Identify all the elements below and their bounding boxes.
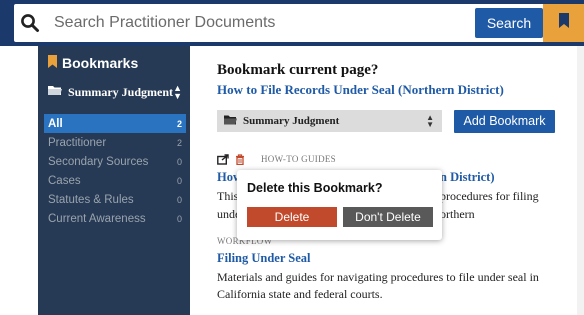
bookmark-category: HOW-TO GUIDES — [261, 154, 336, 164]
sidebar-item-label: Cases — [48, 174, 81, 187]
sidebar-item-count: 0 — [176, 213, 182, 224]
delete-confirm-popup: Delete this Bookmark? Delete Don't Delet… — [237, 170, 442, 240]
page-title: Bookmark current page? — [217, 62, 379, 78]
sidebar-heading: Bookmarks — [48, 55, 138, 71]
sidebar-item-label: All — [48, 117, 63, 130]
bookmark-actions — [217, 152, 245, 170]
bookmark-description: procedures for filing — [440, 189, 539, 203]
popup-title: Delete this Bookmark? — [247, 181, 383, 195]
sidebar-item-count: 0 — [176, 156, 182, 167]
bookmark-icon — [48, 55, 57, 71]
sidebar-item-label: Statutes & Rules — [48, 193, 134, 206]
folder-selector-label: Summary Judgment — [68, 84, 174, 99]
sidebar-filter-list: All 2 Practitioner 2 Secondary Sources 0… — [44, 114, 186, 228]
bookmark-icon — [558, 13, 569, 33]
bookmarks-sidebar: Bookmarks Summary Judgment ▲ ▼ All 2 Prac… — [38, 46, 190, 315]
sidebar-item-count: 2 — [176, 118, 182, 129]
delete-button[interactable]: Delete — [247, 207, 337, 227]
search-box: Search — [14, 4, 584, 42]
search-button[interactable]: Search — [475, 8, 543, 38]
sidebar-item-label: Current Awareness — [48, 212, 146, 225]
folder-icon — [224, 112, 237, 130]
sort-icon: ▲ ▼ — [426, 113, 434, 129]
sidebar-item-cases[interactable]: Cases 0 — [44, 171, 186, 190]
folder-selector[interactable]: Summary Judgment ▲ ▼ — [48, 82, 186, 102]
sidebar-item-current-awareness[interactable]: Current Awareness 0 — [44, 209, 186, 228]
sidebar-item-statutes-rules[interactable]: Statutes & Rules 0 — [44, 190, 186, 209]
page-backdrop — [577, 46, 584, 315]
bookmark-description: This — [217, 189, 239, 203]
search-icon[interactable] — [20, 13, 40, 33]
sidebar-item-all[interactable]: All 2 — [44, 114, 186, 133]
current-page-link[interactable]: How to File Records Under Seal (Northern… — [217, 82, 504, 98]
sidebar-item-practitioner[interactable]: Practitioner 2 — [44, 133, 186, 152]
bookmark-description: California state and federal courts. — [217, 287, 383, 301]
sidebar-item-secondary-sources[interactable]: Secondary Sources 0 — [44, 152, 186, 171]
bookmark-title[interactable]: Filing Under Seal — [217, 251, 311, 266]
bookmark-description: Materials and guides for navigating proc… — [217, 270, 539, 284]
dont-delete-button[interactable]: Don't Delete — [343, 207, 433, 227]
add-bookmark-button[interactable]: Add Bookmark — [454, 110, 555, 133]
bookmark-description: orthern — [440, 207, 475, 221]
top-bar: Search — [0, 0, 584, 46]
sort-icon: ▲ ▼ — [173, 83, 182, 101]
folder-select[interactable]: Summary Judgment ▲ ▼ — [217, 110, 442, 132]
search-input[interactable] — [54, 12, 474, 34]
folder-select-label: Summary Judgment — [243, 115, 340, 127]
bookmark-title[interactable]: n District) — [440, 170, 495, 185]
folder-icon — [48, 83, 62, 101]
sidebar-item-label: Secondary Sources — [48, 155, 149, 168]
sidebar-item-count: 2 — [176, 137, 182, 148]
sidebar-item-count: 0 — [176, 175, 182, 186]
trash-icon[interactable] — [235, 152, 245, 170]
share-icon[interactable] — [217, 152, 229, 170]
sidebar-item-count: 0 — [176, 194, 182, 205]
sidebar-item-label: Practitioner — [48, 136, 107, 149]
sidebar-title: Bookmarks — [62, 55, 139, 71]
bookmarks-toggle-button[interactable] — [543, 4, 584, 42]
